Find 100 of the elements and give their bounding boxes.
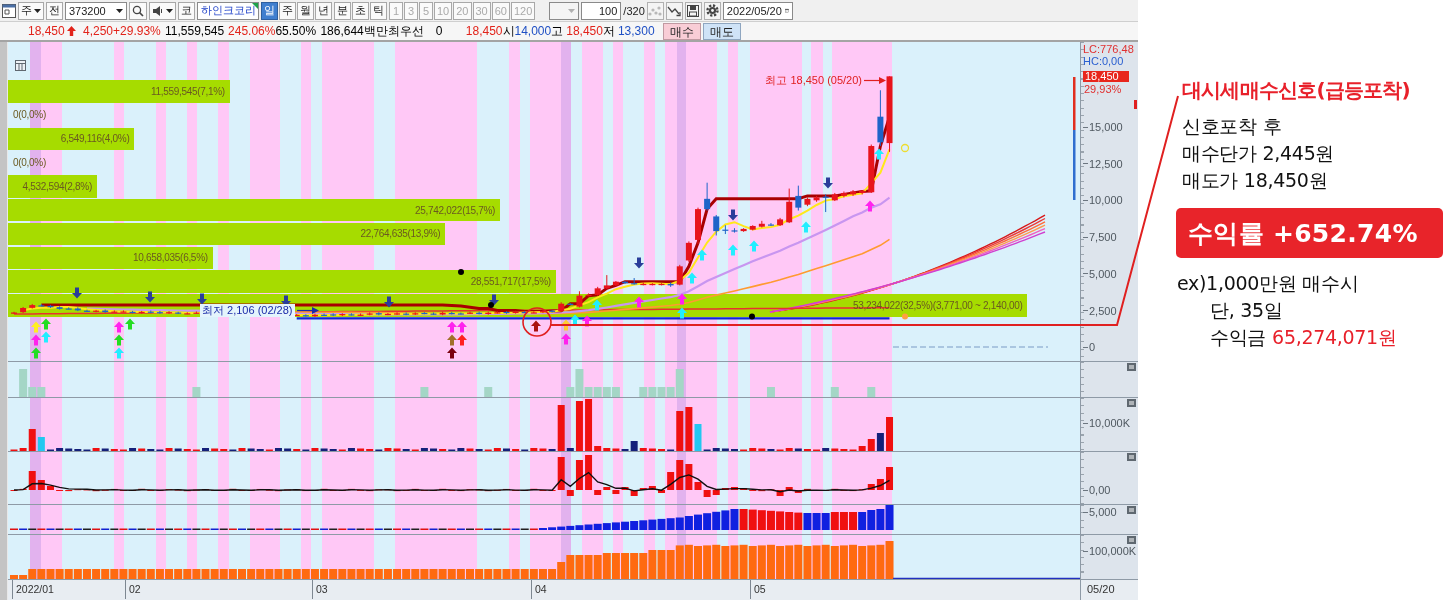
stock-name-field[interactable]: 하인크코리 — [197, 1, 259, 20]
market-dropdown[interactable]: 주 — [18, 1, 44, 20]
period-tab[interactable]: 일 — [261, 1, 278, 20]
search-button[interactable] — [129, 1, 147, 20]
profit-label: 수익금 — [1210, 325, 1267, 350]
dot-icon — [749, 313, 755, 320]
toolbar-button[interactable] — [684, 1, 702, 20]
up-arrow-icon — [570, 314, 580, 326]
down-arrow-icon — [384, 296, 394, 308]
right-arrow-icon — [296, 307, 319, 314]
up-arrow-icon — [592, 299, 602, 311]
table-icon[interactable] — [15, 60, 26, 71]
down-arrow-icon — [823, 177, 833, 189]
quote-label: 고 — [551, 22, 564, 40]
panel-menu-icon[interactable] — [1127, 536, 1136, 544]
bar-value-label: 4,532,594(2,8%) — [22, 180, 92, 192]
up-arrow-icon — [125, 318, 135, 330]
up-arrow-icon — [582, 315, 592, 327]
date-axis-label: 03 — [312, 580, 328, 599]
down-arrow-icon — [145, 291, 155, 303]
up-arrow-icon — [801, 221, 811, 233]
buy-button[interactable]: 매수 — [662, 22, 701, 40]
up-arrow-icon — [677, 307, 687, 319]
count-total: /320 — [623, 4, 645, 17]
stock-code-field[interactable]: 373200 — [65, 1, 127, 20]
quote-label: 시 — [502, 22, 515, 40]
search-icon — [132, 4, 144, 17]
example-text: ex)1,000만원 매수시 — [1177, 271, 1359, 296]
bar-value-label: 28,551,717(17,5%) — [470, 275, 551, 287]
profit-value: 65,274,071원 — [1272, 325, 1397, 350]
current-price: 18,450 — [28, 24, 65, 38]
dots-icon — [648, 4, 663, 17]
sell-button[interactable]: 매도 — [702, 22, 741, 40]
bar-value-label: 53,234,022(32,5%)(3,771,00 ~ 2,140,00) — [852, 299, 1023, 311]
quote-value: 0 — [435, 24, 443, 38]
axis-label: 10,000K — [1083, 417, 1130, 429]
down-arrow-icon — [197, 293, 207, 305]
bar-value-label: 11,559,545(7,1%) — [150, 85, 225, 97]
count-field[interactable]: 100 — [581, 1, 622, 20]
panel-menu-icon[interactable] — [1127, 506, 1136, 514]
up-arrow-icon — [531, 320, 541, 332]
speaker-button[interactable] — [149, 1, 176, 20]
highlight-circle — [522, 307, 552, 337]
up-arrow-icon — [41, 318, 51, 330]
up-arrow-icon — [561, 333, 571, 345]
calendar-icon — [784, 5, 789, 16]
panel-menu-icon[interactable] — [1127, 363, 1136, 371]
toolbar-button[interactable] — [665, 1, 683, 20]
code-prefix-button[interactable]: 코 — [178, 1, 195, 20]
up-arrow-icon — [31, 334, 41, 346]
price-axis-label: 2,500 — [1083, 304, 1117, 317]
caret-icon — [116, 8, 123, 13]
all-button[interactable]: 전 — [46, 1, 63, 20]
price-marker — [1134, 100, 1137, 109]
period-tab[interactable]: 년 — [315, 1, 332, 20]
up-arrow-icon — [634, 296, 644, 308]
up-arrow-icon — [457, 334, 467, 346]
quote-label: 최우선 — [387, 22, 424, 40]
interval-tab[interactable]: 초 — [352, 1, 369, 20]
up-arrow-icon — [687, 272, 697, 284]
price-axis-label: 10,000 — [1083, 194, 1123, 207]
up-arrow-icon — [31, 347, 41, 359]
date-axis-label: 05 — [750, 580, 766, 599]
dot-icon — [902, 313, 908, 320]
lc-value: LC:776,48 — [1083, 43, 1134, 55]
bar-value-label: 0(0,0%) — [13, 156, 46, 168]
toolbar-button[interactable] — [703, 1, 721, 20]
up-arrow-icon — [447, 347, 457, 359]
interval-tab[interactable]: 틱 — [370, 1, 387, 20]
date-field[interactable]: 2022/05/20 — [722, 1, 793, 20]
low-price-label: 최저 2,106 (02/28) — [200, 304, 295, 317]
up-arrow-icon — [447, 334, 457, 346]
quote-value: 186,644백만 — [320, 22, 388, 40]
last-price-tag: 18,450 — [1083, 71, 1129, 82]
panel-menu-icon[interactable] — [1127, 453, 1136, 461]
price-axis-label: 12,500 — [1083, 157, 1123, 170]
high-price-label: 최고 18,450 (05/20) — [765, 73, 862, 88]
window-icon[interactable] — [2, 3, 16, 18]
period-tab[interactable]: 주 — [279, 1, 296, 20]
price-axis-label: 15,000 — [1083, 121, 1123, 133]
quote-value: 245.06% — [228, 24, 276, 38]
up-arrow-icon — [874, 148, 884, 160]
up-arrow-icon — [41, 331, 51, 343]
quote-value: 4,250 — [83, 24, 114, 38]
dot-icon — [458, 269, 464, 275]
right-arrow-icon — [864, 77, 886, 84]
bar-value-label: 6,549,116(4,0%) — [60, 133, 130, 145]
bar-value-label: 0(0,0%) — [13, 109, 46, 121]
down-arrow-icon — [634, 257, 644, 269]
caret-icon — [568, 8, 576, 13]
up-arrow-icon — [447, 321, 457, 333]
caret-icon — [166, 8, 173, 13]
last-change-rate: 29,93% — [1084, 83, 1122, 95]
up-arrow-icon — [677, 293, 687, 305]
interval-tab[interactable]: 분 — [334, 1, 351, 20]
hc-value: HC:0,00 — [1083, 55, 1124, 67]
period-tab[interactable]: 월 — [297, 1, 314, 20]
panel-menu-icon[interactable] — [1127, 399, 1136, 407]
bar-value-label: 25,742,022(15,7%) — [415, 204, 496, 216]
date-axis-label: 04 — [531, 580, 547, 599]
